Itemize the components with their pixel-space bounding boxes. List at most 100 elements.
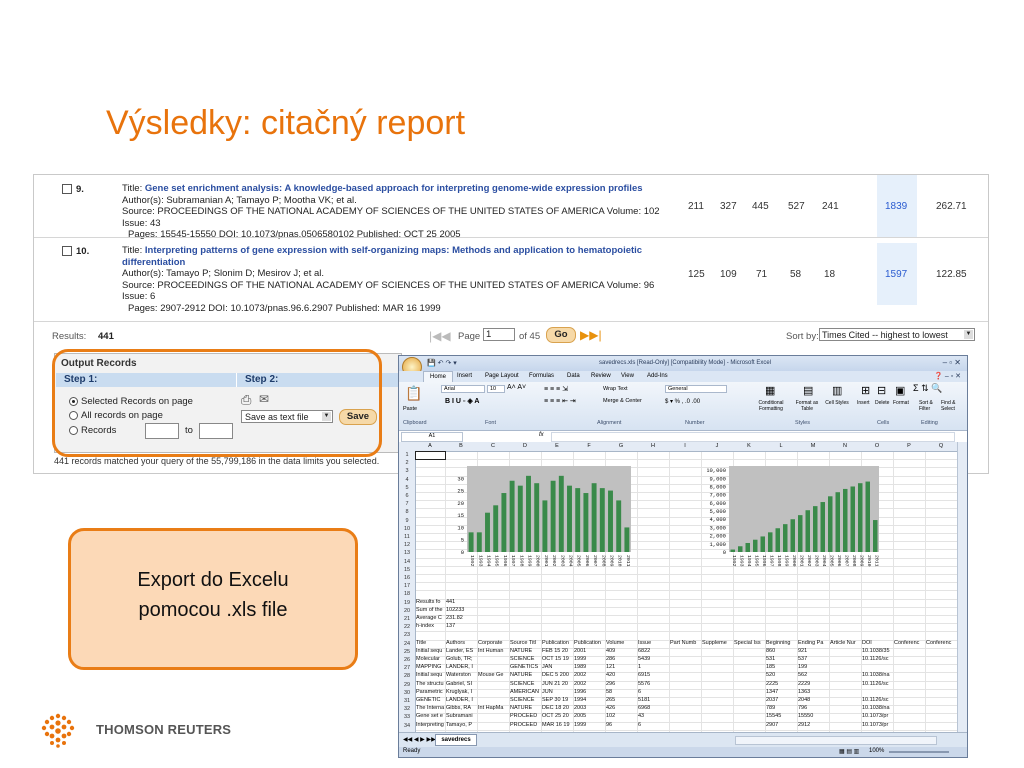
cell[interactable]: 15550 xyxy=(798,713,829,719)
cell[interactable]: 6822 xyxy=(638,648,669,654)
cell[interactable]: 6 xyxy=(638,722,669,728)
zoom-slider[interactable] xyxy=(889,751,949,753)
column-header[interactable]: C xyxy=(477,443,509,449)
cell[interactable]: 2001 xyxy=(574,648,605,654)
cell[interactable]: 10.1038/na xyxy=(862,705,893,711)
cell[interactable]: SCIENCE xyxy=(510,656,541,662)
cell[interactable]: Interpreting xyxy=(416,722,445,728)
row-header[interactable]: 17 xyxy=(399,582,415,590)
cell[interactable]: Publication xyxy=(542,640,573,646)
row-header[interactable]: 28 xyxy=(399,672,415,680)
cell[interactable]: Authors xyxy=(446,640,477,646)
cell[interactable]: Golub, TR; xyxy=(446,656,477,662)
column-header[interactable]: M xyxy=(797,443,829,449)
selected-cell[interactable] xyxy=(415,451,446,461)
cell[interactable]: AMERICAN xyxy=(510,689,541,695)
tab-add-ins[interactable]: Add-Ins xyxy=(647,373,668,379)
font-grow-icon[interactable]: A˄ A˅ xyxy=(507,384,526,391)
chart-publications-per-year[interactable]: 0 5 10 15 20 25 30 1992 1993 1994 1995 1996 1997 1998… xyxy=(455,462,635,580)
cell[interactable]: 10.1126/sc xyxy=(862,656,893,662)
cell[interactable]: OCT 25 20 xyxy=(542,713,573,719)
row-header[interactable]: 27 xyxy=(399,664,415,672)
cell[interactable]: 96 xyxy=(606,722,637,728)
cell[interactable]: Int Human xyxy=(478,648,509,654)
font-size-select[interactable]: 10 xyxy=(487,385,505,393)
cell[interactable]: Suppleme xyxy=(702,640,733,646)
cell[interactable]: NATURE xyxy=(510,648,541,654)
row-header[interactable]: 16 xyxy=(399,574,415,582)
number-format-select[interactable]: General xyxy=(665,385,727,393)
cell[interactable]: LANDER, I xyxy=(446,697,477,703)
cell[interactable]: 2002 xyxy=(574,681,605,687)
cell[interactable]: PROCEED xyxy=(510,722,541,728)
paste-icon[interactable]: 📋 xyxy=(405,385,422,402)
cell[interactable]: 860 xyxy=(766,648,797,654)
cell[interactable]: JUN 21 20 xyxy=(542,681,573,687)
insert-cells-label[interactable]: Insert xyxy=(857,400,870,406)
column-header[interactable]: O xyxy=(861,443,893,449)
column-header[interactable]: G xyxy=(605,443,637,449)
cell[interactable]: 58 xyxy=(606,689,637,695)
cell[interactable]: 1989 xyxy=(574,664,605,670)
cell[interactable]: 2229 xyxy=(798,681,829,687)
cell[interactable]: DEC 5 200 xyxy=(542,672,573,678)
row-header[interactable]: 4 xyxy=(399,476,415,484)
record-checkbox[interactable] xyxy=(62,184,72,194)
cell[interactable]: 231.82 xyxy=(446,615,477,621)
cell[interactable]: 2907 xyxy=(766,722,797,728)
row-header[interactable]: 30 xyxy=(399,689,415,697)
cell[interactable]: 137 xyxy=(446,623,477,629)
cell[interactable]: Gene set e xyxy=(416,713,445,719)
format-cells-label[interactable]: Format xyxy=(893,400,909,406)
cell[interactable]: 1996 xyxy=(574,689,605,695)
help-icon[interactable]: ❓ – ▫ ✕ xyxy=(934,372,961,380)
cell[interactable]: Ending Pa xyxy=(798,640,829,646)
column-header[interactable]: L xyxy=(765,443,797,449)
column-header[interactable]: I xyxy=(669,443,701,449)
cell[interactable]: 537 xyxy=(798,656,829,662)
cell[interactable]: Waterston xyxy=(446,672,477,678)
cell[interactable]: 5439 xyxy=(638,656,669,662)
column-header[interactable]: J xyxy=(701,443,733,449)
row-header[interactable]: 31 xyxy=(399,697,415,705)
cell-styles-icon[interactable]: ▥ xyxy=(832,384,842,397)
cell[interactable]: SCIENCE xyxy=(510,697,541,703)
cell[interactable]: Sum of the xyxy=(416,607,445,613)
cell[interactable]: Kruglyak, I xyxy=(446,689,477,695)
cell[interactable]: Average C xyxy=(416,615,445,621)
tab-formulas[interactable]: Formulas xyxy=(529,373,554,379)
chart-citations-per-year[interactable]: 01,0002,000 3,0004,0005,0006,0007,000 8,00… xyxy=(707,462,883,580)
currency-icon[interactable]: $ ▾ % , .0 .00 xyxy=(665,398,700,405)
cell[interactable]: 531 xyxy=(766,656,797,662)
fx-icon[interactable]: fx xyxy=(539,432,544,438)
cell[interactable]: 121 xyxy=(606,664,637,670)
cell[interactable]: 2003 xyxy=(574,705,605,711)
row-header[interactable]: 15 xyxy=(399,566,415,574)
cell[interactable]: 10.1073/pr xyxy=(862,713,893,719)
delete-cells-label[interactable]: Delete xyxy=(875,400,889,406)
cell[interactable]: Volume xyxy=(606,640,637,646)
cell[interactable]: MAR 16 19 xyxy=(542,722,573,728)
row-header[interactable]: 2 xyxy=(399,459,415,467)
insert-cells-icon[interactable]: ⊞ xyxy=(861,384,870,397)
sheet-tab-savedrecs[interactable]: savedrecs xyxy=(435,734,477,746)
cell[interactable]: 420 xyxy=(606,672,637,678)
go-button[interactable]: Go xyxy=(546,327,576,343)
wrap-text-button[interactable]: Wrap Text xyxy=(603,386,628,392)
column-header[interactable]: D xyxy=(509,443,541,449)
cell[interactable]: OCT 15 19 xyxy=(542,656,573,662)
cell[interactable]: SCIENCE xyxy=(510,681,541,687)
first-page-icon[interactable]: |◀◀ xyxy=(429,329,451,343)
row-header[interactable]: 6 xyxy=(399,492,415,500)
conditional-formatting-label[interactable]: Conditional Formatting xyxy=(754,400,788,412)
cell[interactable]: Source Titl xyxy=(510,640,541,646)
name-box[interactable]: A1 xyxy=(401,432,463,442)
horizontal-scrollbar[interactable] xyxy=(735,736,937,745)
cell[interactable]: 6968 xyxy=(638,705,669,711)
cell[interactable]: 102 xyxy=(606,713,637,719)
cell-styles-label[interactable]: Cell Styles xyxy=(824,400,850,406)
row-header[interactable]: 24 xyxy=(399,640,415,648)
cell[interactable]: Gibbs, RA xyxy=(446,705,477,711)
cell[interactable]: 562 xyxy=(798,672,829,678)
row-header[interactable]: 3 xyxy=(399,467,415,475)
